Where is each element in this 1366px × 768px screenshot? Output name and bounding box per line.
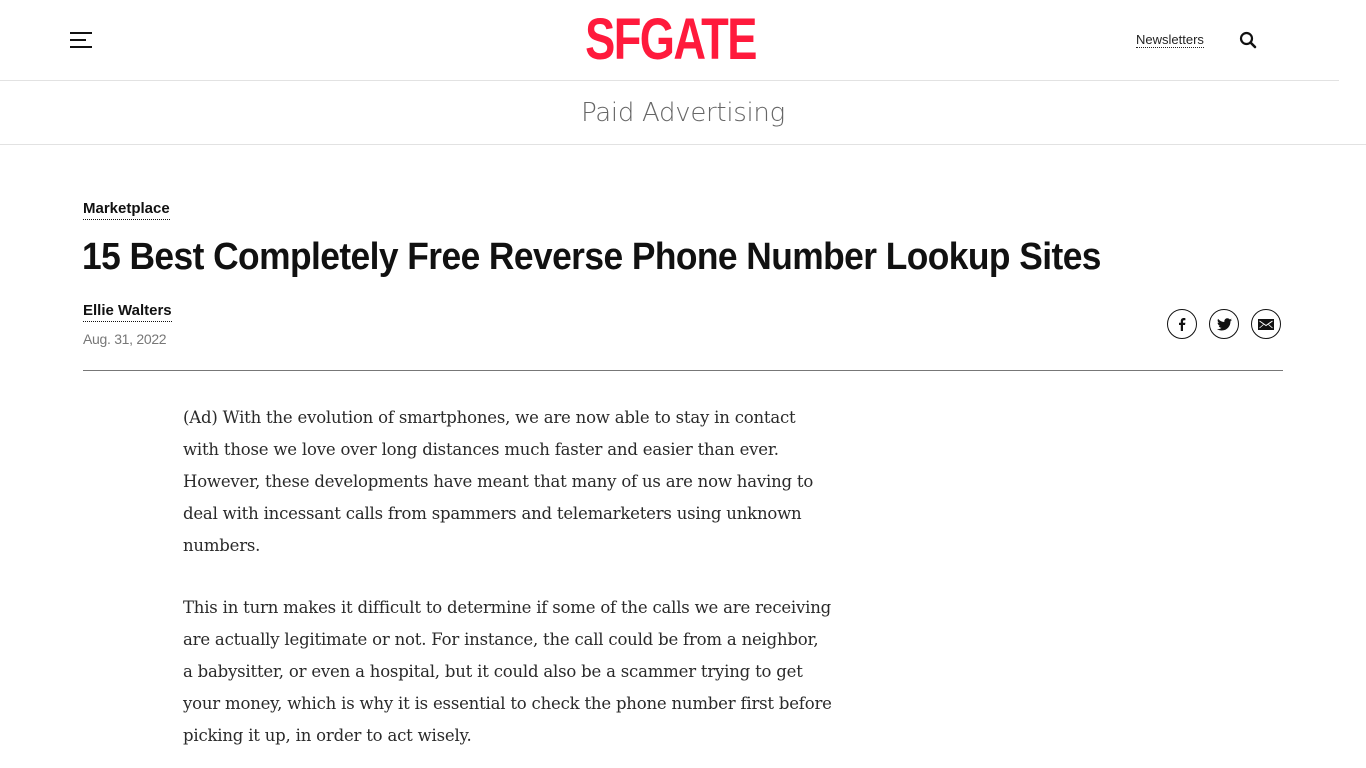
divider xyxy=(83,370,1283,371)
share-email-button[interactable] xyxy=(1251,309,1281,339)
menu-line xyxy=(70,39,86,41)
share-twitter-button[interactable] xyxy=(1209,309,1239,339)
logo-text: SFGATE xyxy=(584,7,757,72)
sfgate-logo[interactable]: SFGATE xyxy=(585,11,757,69)
article-title: 15 Best Completely Free Reverse Phone Nu… xyxy=(82,236,1101,278)
menu-line xyxy=(70,32,92,34)
facebook-icon xyxy=(1179,318,1186,331)
article-paragraph: This in turn makes it difficult to deter… xyxy=(183,598,832,745)
search-icon[interactable] xyxy=(1239,31,1257,49)
twitter-icon xyxy=(1216,317,1232,330)
author-link[interactable]: Ellie Walters xyxy=(83,302,172,322)
newsletters-link[interactable]: Newsletters xyxy=(1136,32,1204,48)
hamburger-menu-icon[interactable] xyxy=(70,32,92,48)
menu-line xyxy=(70,46,92,48)
share-facebook-button[interactable] xyxy=(1167,309,1197,339)
paid-advertising-banner: Paid Advertising xyxy=(0,81,1366,145)
email-icon xyxy=(1258,318,1274,330)
category-link[interactable]: Marketplace xyxy=(83,200,170,220)
article-paragraph: (Ad) With the evolution of smartphones, … xyxy=(183,408,814,555)
site-header: SFGATE Newsletters xyxy=(0,0,1339,81)
publish-date: Aug. 31, 2022 xyxy=(83,331,167,347)
paid-advertising-label: Paid Advertising xyxy=(581,97,785,128)
